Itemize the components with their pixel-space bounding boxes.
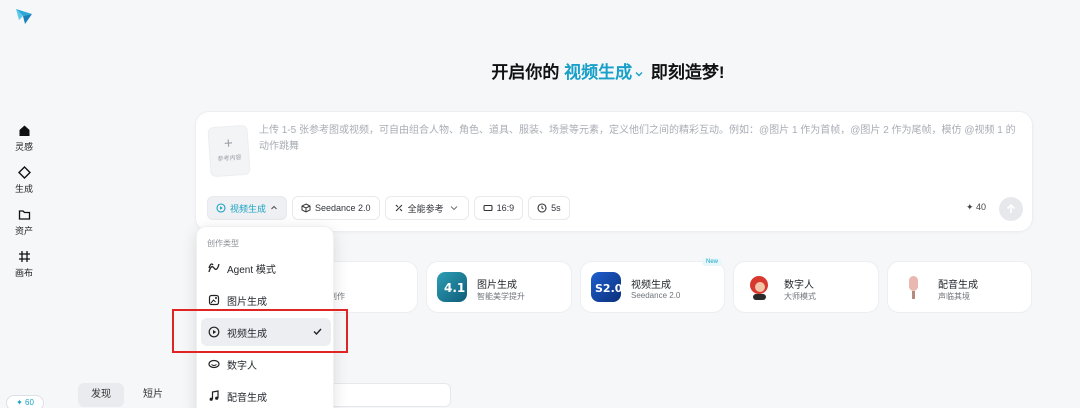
creation-type-menu: 创作类型 Agent 模式 图片生成 视频生成 数字人 配音生成: [196, 226, 334, 408]
home-icon: [19, 125, 29, 136]
feature-card-avatar[interactable]: 数字人 大师模式: [733, 261, 879, 313]
menu-item-video[interactable]: 视频生成: [201, 318, 331, 346]
menu-item-agent[interactable]: Agent 模式: [201, 254, 331, 282]
mode-select[interactable]: 视频生成: [207, 196, 288, 220]
feature-card-subtitle: Seedance 2.0: [631, 291, 681, 300]
feature-card-title: 视频生成: [631, 280, 671, 291]
clock-icon: [537, 203, 547, 213]
video-gen-thumbnail: S2.0: [591, 272, 623, 302]
menu-item-label: 配音生成: [227, 392, 267, 404]
svg-text:S2.0: S2.0: [595, 282, 621, 295]
arrow-up-icon: [1006, 203, 1016, 213]
headline-suffix: 即刻造梦!: [650, 63, 725, 82]
feature-card-image[interactable]: 4.1 图片生成 智能美学提升: [426, 261, 572, 313]
image-icon: [208, 294, 220, 306]
model-select[interactable]: Seedance 2.0: [292, 196, 380, 220]
mode-switcher[interactable]: 视频生成: [564, 63, 646, 82]
link-icon: [395, 204, 402, 212]
sidebar-item-canvas[interactable]: 画布: [4, 250, 44, 279]
chevron-up-icon: [271, 205, 277, 210]
chevron-down-icon: [635, 71, 643, 77]
feature-card-subtitle: 声临其境: [938, 292, 970, 301]
feature-card-subtitle: 大师模式: [784, 292, 816, 301]
canvas-icon: [18, 251, 30, 262]
menu-item-label: Agent 模式: [227, 264, 276, 276]
tab-discover[interactable]: 发现: [78, 383, 124, 407]
agent-icon: [208, 263, 220, 273]
reference-select-label: 全能参考: [407, 203, 444, 214]
menu-item-label: 视频生成: [227, 328, 267, 340]
image-gen-thumbnail: 4.1: [437, 272, 467, 302]
folder-icon: [18, 210, 30, 220]
headline-prefix: 开启你的: [491, 63, 560, 82]
model-select-label: Seedance 2.0: [315, 203, 371, 213]
ratio-select[interactable]: 16:9: [473, 196, 524, 220]
feature-card-title: 配音生成: [938, 280, 978, 291]
composer-toolbar: 视频生成 Seedance 2.0 全能参考 16:9 5s: [207, 196, 570, 220]
tab-shorts[interactable]: 短片: [130, 383, 176, 407]
credits-badge[interactable]: ✦ 60: [6, 395, 44, 408]
feature-card-voice[interactable]: 配音生成 声临其境: [887, 261, 1032, 313]
chevron-down-icon: [450, 206, 457, 211]
duration-select-label: 5s: [551, 203, 561, 213]
feature-card-title: 图片生成: [477, 280, 517, 291]
menu-item-avatar[interactable]: 数字人: [201, 350, 331, 378]
sidebar-item-label: 画布: [14, 268, 33, 278]
feed-search-input[interactable]: [330, 383, 451, 407]
sidebar-item-assets[interactable]: 资产: [4, 208, 44, 237]
svg-text:4.1: 4.1: [444, 281, 465, 295]
send-button[interactable]: [999, 197, 1023, 221]
reference-upload-tile[interactable]: + 参考内容: [207, 124, 251, 178]
mode-select-label: 视频生成: [230, 203, 267, 214]
credit-cost: ✦ 40: [966, 202, 987, 212]
menu-item-voice[interactable]: 配音生成: [201, 382, 331, 408]
ratio-icon: [483, 204, 493, 212]
app-logo[interactable]: [14, 6, 34, 26]
reference-upload-label: 参考内容: [217, 155, 242, 163]
menu-header: 创作类型: [207, 239, 239, 248]
sidebar-item-label: 资产: [14, 226, 33, 236]
mode-label: 视频生成: [564, 63, 633, 82]
duration-select[interactable]: 5s: [528, 196, 570, 220]
avatar-icon: [208, 359, 220, 369]
video-icon: [216, 203, 226, 213]
prompt-composer: + 参考内容 上传 1-5 张参考图或视频，可自由组合人物、角色、道具、服装、场…: [195, 111, 1033, 232]
music-note-icon: [209, 390, 219, 401]
menu-item-label: 图片生成: [227, 296, 267, 308]
sidebar-item-generate[interactable]: 生成: [4, 166, 44, 195]
feature-card-video[interactable]: New S2.0 视频生成 Seedance 2.0: [580, 258, 725, 313]
cube-icon: [301, 203, 311, 213]
prompt-input[interactable]: 上传 1-5 张参考图或视频，可自由组合人物、角色、道具、服装、场景等元素，定义…: [259, 123, 1019, 155]
sidebar-item-label: 生成: [14, 184, 33, 194]
check-icon: [313, 328, 322, 336]
reference-select[interactable]: 全能参考: [384, 196, 469, 220]
sidebar-item-inspiration[interactable]: 灵感: [4, 124, 44, 153]
video-icon: [208, 326, 220, 338]
diamond-icon: [17, 166, 31, 179]
page-title: 开启你的 视频生成 即刻造梦!: [0, 58, 1080, 83]
sidebar-item-label: 灵感: [14, 142, 33, 152]
feature-card-subtitle: 智能美学提升: [477, 292, 525, 301]
menu-item-label: 数字人: [227, 360, 257, 372]
voice-gen-thumbnail: [898, 272, 928, 302]
feature-card-title: 数字人: [784, 280, 814, 291]
ratio-select-label: 16:9: [496, 203, 515, 213]
new-badge: New: [701, 258, 722, 266]
menu-item-image[interactable]: 图片生成: [201, 286, 331, 314]
digital-human-thumbnail: [744, 272, 774, 302]
